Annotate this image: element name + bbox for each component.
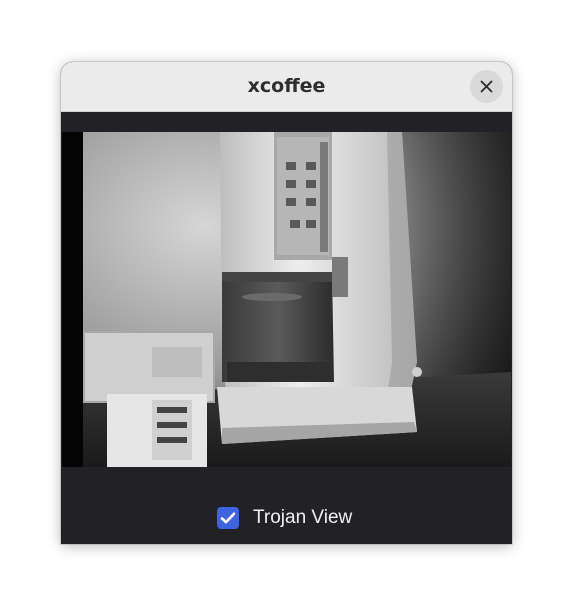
- coffee-pot-camera-image: [62, 132, 511, 467]
- trojan-view-label[interactable]: Trojan View: [253, 507, 352, 529]
- checkmark-icon: [220, 512, 236, 524]
- close-button[interactable]: [470, 70, 503, 103]
- close-icon: [480, 80, 493, 93]
- xcoffee-window: xcoffee Trojan View: [61, 62, 512, 544]
- window-content: Trojan View: [61, 112, 512, 544]
- title-bar[interactable]: xcoffee: [61, 62, 512, 112]
- trojan-view-toggle[interactable]: Trojan View: [217, 506, 352, 530]
- window-title: xcoffee: [247, 75, 326, 97]
- trojan-view-checkbox[interactable]: [217, 507, 239, 529]
